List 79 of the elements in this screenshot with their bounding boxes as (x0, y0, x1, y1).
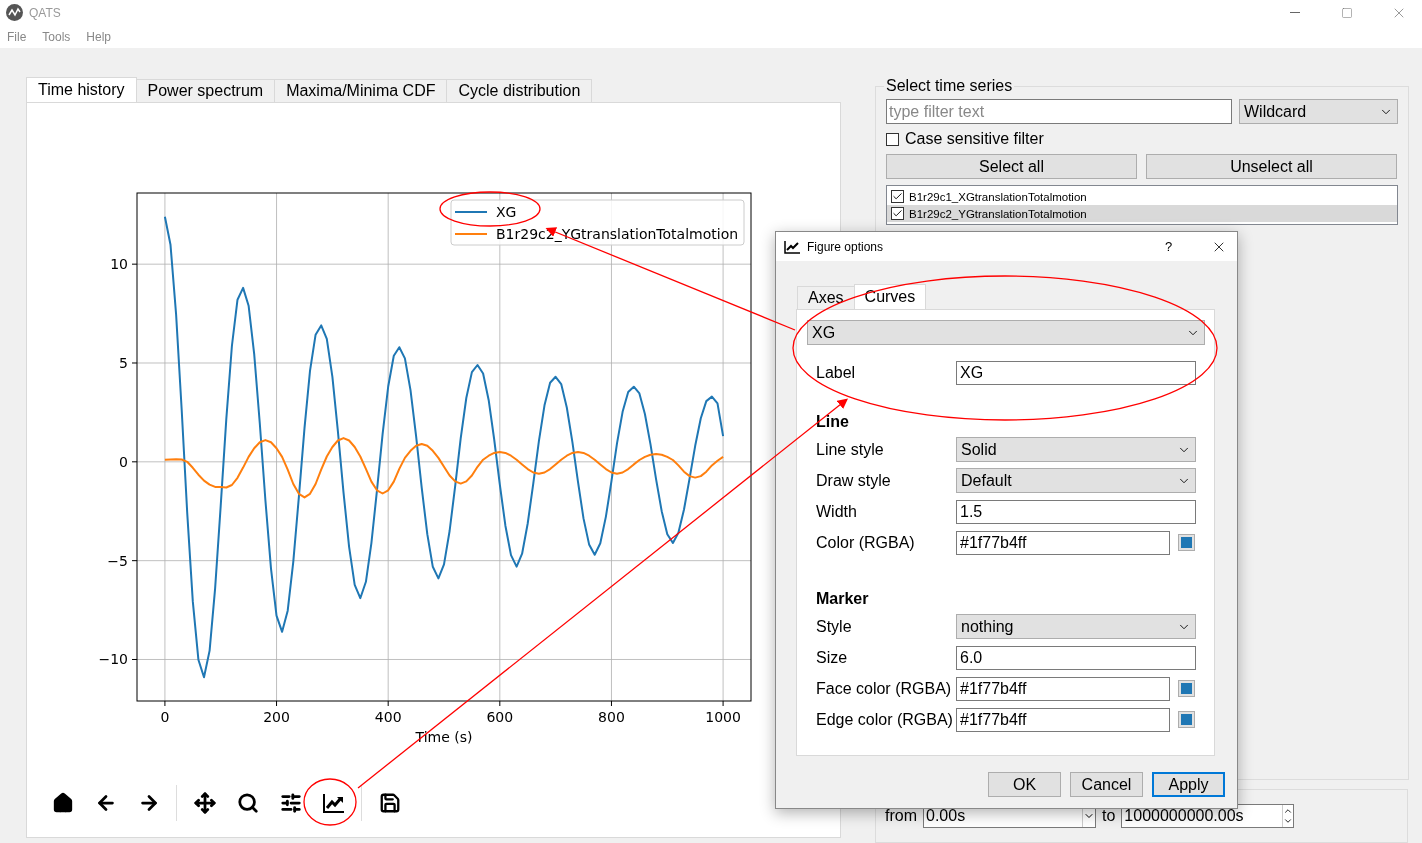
series-name: B1r29c2_YGtranslationTotalmotion (909, 207, 1087, 220)
select-button[interactable]: Unselect all (1146, 154, 1397, 179)
field-label: Face color (RGBA) (816, 679, 953, 698)
tab[interactable]: Axes (797, 286, 855, 309)
menu-item[interactable]: Help (86, 29, 112, 44)
checkbox[interactable] (891, 207, 904, 220)
search-icon (236, 792, 259, 814)
tick-label: 1000 (705, 709, 741, 725)
tick-label: −5 (107, 552, 128, 569)
group-title: Select time series (885, 77, 1014, 95)
tab[interactable]: Power spectrum (135, 79, 276, 102)
color-button[interactable] (1178, 534, 1195, 551)
dropdown[interactable]: Solid (956, 437, 1196, 462)
field-label: Edge color (RGBA) (816, 710, 954, 729)
input-field[interactable]: 1.5 (956, 499, 1196, 524)
curve-dropdown[interactable]: XG (807, 320, 1205, 345)
dropdown[interactable]: nothing (956, 614, 1196, 639)
move-arrows-icon (193, 792, 216, 814)
input-field[interactable]: #1f77b4ff (956, 707, 1170, 732)
check-icon (892, 191, 903, 202)
input-field[interactable]: #1f77b4ff (956, 530, 1170, 555)
tick-label: 800 (598, 709, 625, 725)
field-label: Width (816, 502, 858, 521)
series-item[interactable]: B1r29c1_XGtranslationTotalmotion (887, 188, 1397, 205)
app-logo-icon (6, 4, 23, 21)
dialog-title: Figure options (807, 239, 885, 254)
input-field[interactable]: #1f77b4ff (956, 676, 1170, 701)
tick-label: −10 (98, 651, 128, 668)
dropdown[interactable]: Default (956, 468, 1196, 493)
filter-field[interactable]: type filter text (886, 99, 1232, 124)
series-name: B1r29c1_XGtranslationTotalmotion (909, 190, 1087, 203)
tick-label: 600 (486, 709, 514, 725)
line-chart-icon (321, 792, 346, 814)
label-field[interactable]: XG (956, 360, 1196, 385)
tick-label: 10 (110, 256, 128, 273)
to-label: to (1102, 807, 1116, 825)
chart-icon (784, 239, 801, 254)
caret-icon (1283, 816, 1294, 826)
input-field[interactable]: 6.0 (956, 645, 1196, 670)
checkbox[interactable] (891, 190, 904, 203)
field-label: Draw style (816, 471, 892, 490)
sliders-icon (279, 792, 302, 814)
field-label: Color (RGBA) (816, 533, 916, 552)
field-label: Label (816, 363, 857, 382)
series-item[interactable]: B1r29c2_YGtranslationTotalmotion (887, 205, 1397, 222)
color-button[interactable] (1178, 680, 1195, 697)
mode-dropdown[interactable]: Wildcard (1239, 99, 1398, 124)
tab[interactable]: Time history (26, 77, 137, 102)
menu-item[interactable]: File (7, 29, 27, 44)
annotation-ellipse (303, 778, 357, 826)
checkbox-label: Case sensitive filter (905, 130, 1044, 148)
tick-label: 0 (160, 709, 170, 725)
dialog-button[interactable]: OK (988, 772, 1061, 797)
home-icon (51, 792, 74, 814)
section-heading: Marker (816, 589, 870, 609)
tab[interactable]: Cycle distribution (446, 79, 593, 102)
window-title: QATS (29, 5, 62, 20)
tick-label: 0 (119, 453, 128, 470)
check-icon (892, 208, 903, 219)
tab[interactable]: Curves (853, 284, 927, 309)
maximize-icon (1341, 6, 1353, 19)
legend-label: XG (496, 204, 517, 220)
dialog-button[interactable]: Apply (1152, 772, 1225, 797)
tick-label: 5 (119, 355, 128, 371)
checkbox[interactable] (886, 132, 899, 146)
section-heading: Line (816, 412, 850, 432)
from-label: from (885, 807, 917, 825)
caret-icon (1283, 806, 1294, 816)
color-button[interactable] (1178, 711, 1195, 728)
minimize-icon (1290, 12, 1300, 13)
help-button[interactable]: ? (1165, 239, 1195, 254)
field-label: Size (816, 648, 849, 667)
tick-label: 200 (263, 709, 290, 725)
dialog-button[interactable]: Cancel (1070, 772, 1143, 797)
select-button[interactable]: Select all (886, 154, 1137, 179)
menu-item[interactable]: Tools (42, 29, 71, 44)
tick-label: 400 (374, 709, 402, 725)
field-label: Style (816, 617, 853, 636)
field-label: Line style (816, 440, 885, 459)
